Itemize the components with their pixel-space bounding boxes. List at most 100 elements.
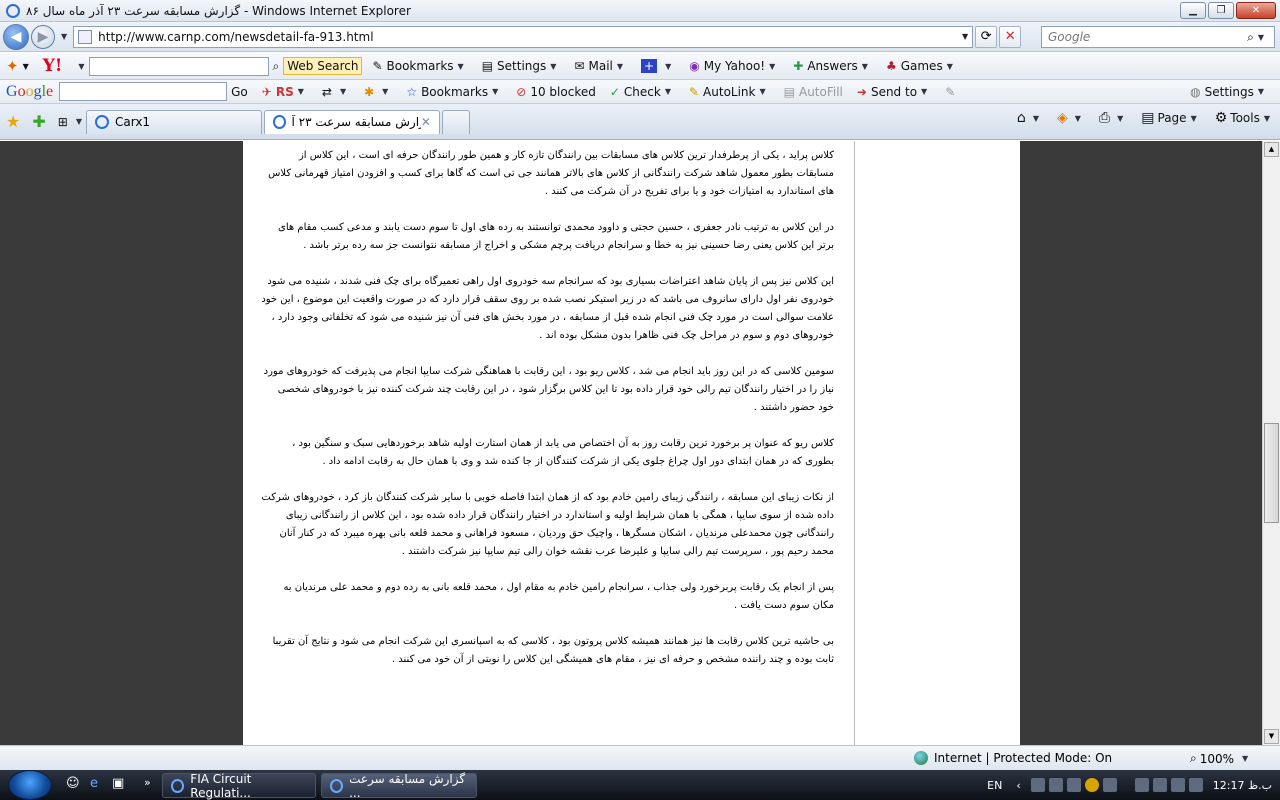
- yahoo-games-button[interactable]: ♣ Games ▼: [886, 59, 957, 73]
- clock[interactable]: ب.ظ 12:17: [1213, 779, 1272, 792]
- autolink-button[interactable]: ✎ AutoLink ▼: [689, 85, 770, 99]
- task-fia-regulations[interactable]: FIA Circuit Regulati...: [162, 772, 316, 800]
- yahoo-answers-button[interactable]: ✚ Answers ▼: [793, 59, 872, 73]
- search-icon[interactable]: ⌕: [1247, 30, 1254, 45]
- my-yahoo-button[interactable]: ◉ My Yahoo! ▼: [689, 59, 779, 73]
- yahoo-options-icon[interactable]: ✦ ▼: [6, 57, 29, 75]
- tray-messenger-icon[interactable]: [1084, 778, 1099, 792]
- status-bar: Internet | Protected Mode: On ⌕ 100% ▼: [0, 745, 1280, 770]
- ie-task-icon: [171, 778, 185, 793]
- minimize-button[interactable]: ▁: [1180, 2, 1206, 19]
- yahoo-mail-button[interactable]: ✉ Mail ▼: [574, 59, 627, 73]
- ie-page-icon: [272, 115, 286, 129]
- add-favorite-icon[interactable]: ✚: [32, 112, 45, 131]
- zoom-dropdown-icon[interactable]: ▼: [1242, 754, 1248, 763]
- web-search-button[interactable]: Web Search: [283, 57, 363, 75]
- scroll-up-icon[interactable]: ▲: [1264, 142, 1279, 157]
- google-settings-button[interactable]: ◍ Settings ▼: [1190, 85, 1266, 99]
- scroll-down-icon[interactable]: ▼: [1264, 729, 1279, 744]
- google-logo-icon[interactable]: Google: [6, 83, 53, 101]
- tools-menu-button[interactable]: ⚙ Tools ▼: [1215, 110, 1274, 126]
- refresh-button[interactable]: ⟳: [975, 25, 998, 48]
- close-window-button[interactable]: ✕: [1236, 2, 1276, 19]
- print-button[interactable]: ⎙ ▼: [1099, 110, 1127, 126]
- article-paragraph: این کلاس نیز پس از پایان شاهد اعتراضات ب…: [261, 276, 834, 341]
- tray-app-icon[interactable]: [1048, 778, 1063, 792]
- search-input[interactable]: Google: [1048, 30, 1247, 44]
- home-button[interactable]: ⌂ ▼: [1017, 110, 1043, 126]
- zoom-control[interactable]: ⌕ 100% ▼: [1190, 751, 1252, 766]
- scrollbar-thumb[interactable]: [1264, 423, 1279, 523]
- tray-app-icon[interactable]: [1066, 778, 1081, 792]
- search-options-icon[interactable]: ▼: [1258, 33, 1264, 42]
- ie-quicklaunch-icon[interactable]: e: [90, 776, 98, 791]
- google-bookmarks-button[interactable]: ☆ Bookmarks ▼: [406, 85, 502, 99]
- tray-expand-icon[interactable]: ‹: [1016, 779, 1020, 792]
- send-to-button[interactable]: ➜ Send to ▼: [857, 85, 931, 99]
- yahoo-search-icon[interactable]: ⌕: [273, 59, 280, 74]
- article-body: کلاس پراید ، یکی از پرطرفدار ترین کلاس ه…: [243, 141, 855, 745]
- yahoo-settings-button[interactable]: ▤ Settings ▼: [482, 59, 561, 73]
- pencil-icon[interactable]: ✎: [945, 85, 959, 99]
- recent-pages-dropdown[interactable]: ▼: [61, 32, 67, 41]
- back-button[interactable]: ◀: [3, 23, 29, 50]
- globe-icon: [914, 751, 928, 765]
- yahoo-search-input[interactable]: [88, 56, 269, 76]
- yahoo-bookmarks-button[interactable]: ✎ Bookmarks ▼: [372, 59, 467, 73]
- ie-logo-icon: [6, 3, 20, 18]
- left-margin: [0, 141, 243, 745]
- autofill-button[interactable]: ▤ AutoFill: [784, 85, 843, 99]
- feeds-button[interactable]: ◈ ▼: [1057, 110, 1085, 126]
- google-gadgets-button[interactable]: ✱ ▼: [364, 85, 392, 99]
- article-paragraph: کلاس پراید ، یکی از پرطرفدار ترین کلاس ه…: [268, 150, 834, 197]
- google-go-button[interactable]: Go: [231, 85, 248, 99]
- maximize-button[interactable]: ❐: [1208, 2, 1234, 19]
- side-column: [855, 141, 1020, 745]
- quick-tabs-icon[interactable]: ⊞: [58, 115, 68, 129]
- google-rs-button[interactable]: ✈ RS ▼: [262, 85, 308, 99]
- google-search-input[interactable]: [59, 82, 228, 101]
- system-tray: EN ‹ ب.ظ 12:17: [987, 770, 1280, 800]
- article-paragraph: کلاس ریو که عنوان پر برخورد ترین رقابت ر…: [292, 438, 834, 467]
- address-dropdown-icon[interactable]: ▼: [962, 32, 968, 41]
- spell-check-button[interactable]: ✓ Check ▼: [610, 85, 675, 99]
- yahoo-add-button[interactable]: + ▼: [641, 59, 675, 73]
- vertical-scrollbar[interactable]: ▲ ▼: [1262, 141, 1280, 745]
- show-desktop-icon[interactable]: ▣: [112, 776, 124, 791]
- yahoo-logo-dropdown-icon[interactable]: ▼: [78, 62, 84, 71]
- google-share-button[interactable]: ⇄ ▼: [322, 85, 350, 99]
- yahoo-logo-icon[interactable]: Y!: [43, 56, 63, 76]
- tab-carx1[interactable]: Carx1: [85, 109, 262, 134]
- tray-app-icon[interactable]: [1102, 778, 1117, 792]
- address-bar[interactable]: http://www.carnp.com/newsdetail-fa-913.h…: [73, 25, 974, 48]
- tab-list-dropdown-icon[interactable]: ▼: [76, 117, 82, 126]
- forward-button[interactable]: ▶: [31, 24, 55, 49]
- page-menu-button[interactable]: ▤ Page ▼: [1141, 110, 1200, 126]
- language-indicator[interactable]: EN: [987, 779, 1002, 792]
- popup-blocked-button[interactable]: ⊘ 10 blocked: [516, 85, 596, 99]
- ie-page-icon: [94, 115, 109, 129]
- security-zone[interactable]: Internet | Protected Mode: On: [914, 751, 1112, 765]
- volume-icon[interactable]: [1170, 778, 1185, 792]
- window-title: گزارش مسابقه سرعت ۲۳ آذر ماه سال ۸۶ - Wi…: [26, 3, 411, 18]
- page-icon: [78, 29, 93, 44]
- navigation-bar: ◀ ▶ ▼ http://www.carnp.com/newsdetail-fa…: [0, 22, 1280, 52]
- task-race-report[interactable]: گزارش مسابقه سرعت ...: [321, 772, 477, 800]
- stop-button[interactable]: ✕: [999, 25, 1022, 48]
- close-tab-icon[interactable]: ✕: [421, 115, 431, 129]
- network-icon[interactable]: [1152, 778, 1167, 792]
- favorites-star-icon[interactable]: ★: [6, 112, 20, 131]
- search-box[interactable]: Google ⌕ ▼: [1041, 26, 1275, 48]
- new-tab-button[interactable]: [441, 109, 470, 134]
- taskbar: ☺ e ▣ » FIA Circuit Regulati... گزارش مس…: [0, 770, 1280, 800]
- right-margin: [1020, 141, 1262, 745]
- tray-app-icon[interactable]: [1030, 778, 1045, 792]
- article-paragraph: از نکات زیبای این مسابقه ، رانندگی زیبای…: [261, 492, 834, 557]
- messenger-icon[interactable]: ☺: [66, 776, 80, 791]
- tray-app-icon[interactable]: [1188, 778, 1203, 792]
- start-button[interactable]: [8, 770, 52, 800]
- quicklaunch-more-icon[interactable]: »: [144, 776, 151, 789]
- tab-race-report[interactable]: گزارش مسابقه سرعت ۲۳ آ... ✕: [263, 109, 440, 134]
- address-url: http://www.carnp.com/newsdetail-fa-913.h…: [98, 29, 374, 44]
- tray-app-icon[interactable]: [1134, 778, 1149, 792]
